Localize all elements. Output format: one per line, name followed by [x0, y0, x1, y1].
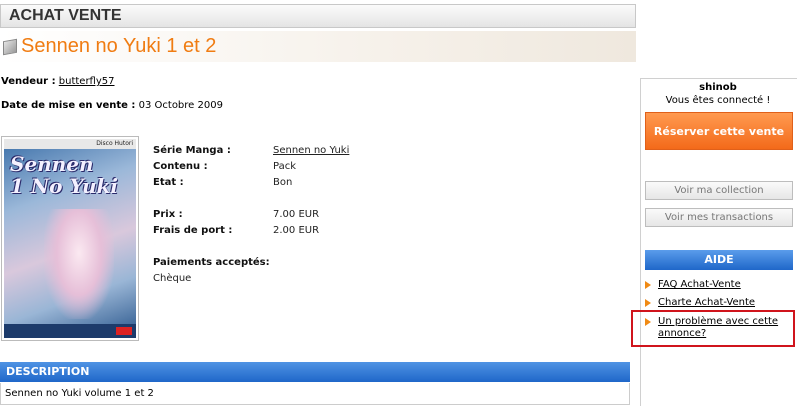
charte-link-item: Charte Achat-Vente — [645, 297, 795, 309]
description-text: Sennen no Yuki volume 1 et 2 — [0, 383, 630, 405]
contenu-label: Contenu : — [153, 161, 208, 172]
prix-label: Prix : — [153, 209, 183, 220]
view-transactions-button[interactable]: Voir mes transactions — [645, 208, 793, 227]
seller-label: Vendeur : — [1, 76, 56, 87]
cover-author: Disco Hutori — [96, 140, 133, 147]
sidebar: shinob Vous êtes connecté ! Réserver cet… — [640, 78, 797, 406]
box-icon — [3, 38, 17, 55]
charte-link[interactable]: Charte Achat-Vente — [658, 297, 795, 309]
serie-label: Série Manga : — [153, 145, 231, 156]
view-collection-button[interactable]: Voir ma collection — [645, 181, 793, 200]
cover-title-line2: 1 No Yuki — [10, 175, 130, 197]
login-status: Vous êtes connecté ! — [665, 95, 771, 106]
section-header: ACHAT VENTE — [0, 4, 636, 28]
publisher-badge — [116, 327, 132, 335]
reserve-button[interactable]: Réserver cette vente — [645, 112, 793, 150]
cover-art: Disco Hutori Sennen 1 No Yuki — [4, 139, 136, 338]
cover-volume: 1 — [10, 174, 24, 198]
arrow-right-icon — [645, 281, 651, 289]
description-header: DESCRIPTION — [0, 362, 630, 382]
arrow-right-icon — [645, 299, 651, 307]
user-name: shinob — [699, 82, 737, 93]
faq-link[interactable]: FAQ Achat-Vente — [658, 279, 795, 291]
faq-link-item: FAQ Achat-Vente — [645, 279, 795, 291]
port-value: 2.00 EUR — [273, 225, 320, 236]
cover-illustration — [44, 209, 114, 319]
cover-title-logo: Sennen 1 No Yuki — [10, 153, 130, 197]
paiements-label: Paiements acceptés: — [153, 257, 270, 268]
prix-value: 7.00 EUR — [273, 209, 320, 220]
contenu-value: Pack — [273, 161, 296, 172]
cover-image: Disco Hutori Sennen 1 No Yuki — [1, 136, 139, 341]
listing-title: Sennen no Yuki 1 et 2 — [21, 35, 217, 57]
etat-label: Etat : — [153, 177, 184, 188]
highlight-box — [631, 310, 795, 347]
aide-header: AIDE — [645, 250, 793, 270]
cover-title-line1: Sennen — [10, 152, 94, 176]
date-label: Date de mise en vente : — [1, 100, 136, 111]
seller-link[interactable]: butterfly57 — [59, 76, 115, 87]
cover-top-strip: Disco Hutori — [4, 139, 136, 149]
seller-line: Vendeur : butterfly57 — [1, 76, 115, 87]
serie-value: Sennen no Yuki — [273, 145, 349, 156]
cover-title-line2-text: No Yuki — [30, 174, 119, 198]
paiements-value: Chèque — [153, 273, 192, 284]
port-label: Frais de port : — [153, 225, 233, 236]
date-line: Date de mise en vente : 03 Octobre 2009 — [1, 100, 223, 111]
listing-title-bar: Sennen no Yuki 1 et 2 — [0, 31, 636, 62]
etat-value: Bon — [273, 177, 293, 188]
date-value: 03 Octobre 2009 — [138, 100, 223, 111]
serie-link[interactable]: Sennen no Yuki — [273, 145, 349, 156]
